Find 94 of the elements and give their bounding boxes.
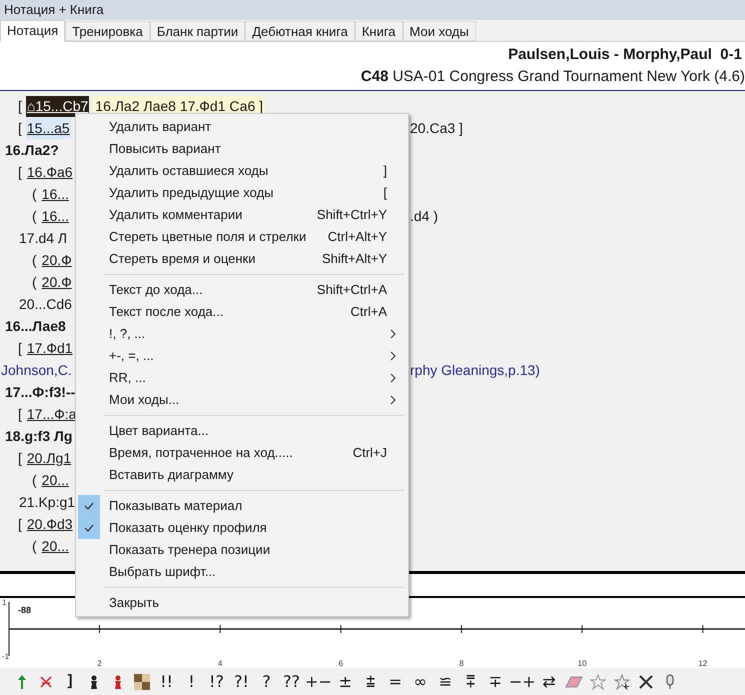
move-text[interactable]: 16... bbox=[40, 206, 70, 226]
move-text[interactable]: .d4 ) bbox=[410, 206, 438, 226]
move-text[interactable]: 21.Kp:g1 bbox=[18, 492, 76, 512]
bracket: [ bbox=[18, 338, 22, 358]
tick-label: 12 bbox=[698, 658, 708, 670]
bracket: ( bbox=[32, 184, 37, 204]
tick-label: 6 bbox=[338, 658, 344, 670]
graph-annotation: -88 bbox=[18, 604, 32, 617]
bracket: [ bbox=[18, 162, 22, 182]
bracket: [ bbox=[18, 514, 22, 534]
move-text[interactable]: 16.Фа6 bbox=[26, 162, 74, 182]
bracket: [ bbox=[18, 118, 22, 138]
menu-item[interactable]: Показывать материал bbox=[78, 495, 406, 517]
menu-item[interactable]: Текст до хода... Shift+Ctrl+A bbox=[78, 279, 406, 301]
bracket: ( bbox=[32, 206, 37, 226]
menu-item[interactable]: Показать тренера позиции bbox=[78, 539, 406, 561]
annotation-symbol-button[interactable]: ± bbox=[332, 670, 358, 694]
annotation-symbol-button[interactable]: ?? bbox=[279, 670, 304, 694]
move-text[interactable]: 16...Лае8 bbox=[4, 316, 67, 336]
tab[interactable]: Нотация bbox=[0, 20, 66, 42]
annotation-symbol-button[interactable]: = bbox=[382, 670, 408, 694]
tab[interactable]: Дебютная книга bbox=[245, 21, 355, 41]
annotation-symbol-button[interactable]: ! bbox=[179, 670, 204, 694]
menu-item[interactable]: Удалить вариант bbox=[78, 116, 406, 138]
move-text[interactable]: 17...Ф:а bbox=[26, 404, 78, 424]
menu-item[interactable]: Закрыть bbox=[78, 592, 406, 614]
move-text[interactable]: 16... bbox=[40, 184, 70, 204]
annotation-symbol-button[interactable]: ⇄ bbox=[536, 670, 562, 694]
game-event: C48 USA-01 Congress Grand Tournament New York (4.6) bbox=[360, 68, 745, 86]
annotation-symbol-button[interactable]: ≌ bbox=[432, 670, 458, 694]
menu-item[interactable]: Стереть цветные поля и стрелки Ctrl+Alt+Y bbox=[78, 226, 406, 248]
tick-label: 1 bbox=[2, 597, 6, 609]
bracket: [ bbox=[18, 404, 22, 424]
menu-item[interactable]: Стереть время и оценки Shift+Alt+Y bbox=[78, 248, 406, 270]
bracket: ( bbox=[32, 250, 37, 270]
menu-item[interactable]: Удалить предыдущие ходы [ bbox=[78, 182, 406, 204]
menu-item[interactable]: !, ?, ... bbox=[78, 323, 406, 345]
annotation-symbol-button[interactable]: +− bbox=[304, 670, 333, 694]
bracket-button[interactable]: ] bbox=[58, 670, 82, 694]
tick-label: 4 bbox=[218, 658, 222, 670]
bracket: [ bbox=[18, 96, 22, 116]
move-text[interactable]: 20.Ф bbox=[40, 272, 73, 292]
comment-text: rphy Gleanings,p.13) bbox=[410, 360, 540, 380]
move-text[interactable]: 20... bbox=[40, 536, 70, 556]
move-text[interactable]: 20.Лg1 bbox=[26, 448, 72, 468]
menu-item[interactable]: Время, потраченное на ход..... Ctrl+J bbox=[78, 442, 406, 464]
move-text[interactable]: 20.Ca3 ] bbox=[410, 118, 463, 138]
bracket: ( bbox=[32, 536, 37, 556]
move-text[interactable]: 16.Ла2? bbox=[4, 140, 60, 160]
y-axis bbox=[8, 602, 10, 656]
menu-item[interactable]: Удалить комментарии Shift+Ctrl+Y bbox=[78, 204, 406, 226]
game-players: Paulsen,Louis - Morphy,Paul 0-1 bbox=[508, 46, 742, 64]
annotation-symbol-button[interactable]: −+ bbox=[508, 670, 537, 694]
tab[interactable]: Мои ходы bbox=[402, 21, 476, 41]
bracket: ( bbox=[32, 470, 37, 490]
move-text[interactable]: 20.Фd3 bbox=[26, 514, 74, 534]
tab[interactable]: Тренировка bbox=[65, 21, 150, 41]
annotation-symbol-button[interactable]: ∓ bbox=[482, 670, 508, 694]
menu-item[interactable]: Выбрать шрифт... bbox=[78, 561, 406, 583]
move-text[interactable]: 20... bbox=[40, 470, 70, 490]
menu-item[interactable]: Показать оценку профиля bbox=[78, 517, 406, 539]
menu-item[interactable]: +-, =, ... bbox=[78, 345, 406, 367]
annotation-symbol-button[interactable]: ? bbox=[254, 670, 279, 694]
menu-item[interactable]: Удалить оставшиеся ходы ] bbox=[78, 160, 406, 182]
annotation-symbol-button[interactable]: !? bbox=[204, 670, 229, 694]
menu-item[interactable]: Текст после хода... Ctrl+A bbox=[78, 301, 406, 323]
menu-item[interactable]: Цвет варианта... bbox=[78, 420, 406, 442]
tab[interactable]: Книга bbox=[354, 21, 403, 41]
annotation-symbol-button[interactable]: ⩲ bbox=[358, 670, 383, 694]
bracket: [ bbox=[18, 448, 22, 468]
move-text[interactable]: 20.Ф bbox=[40, 250, 73, 270]
bracket: ( bbox=[32, 272, 37, 292]
comment-text: Johnson,C. bbox=[0, 360, 73, 380]
annotation-symbol-button[interactable]: ∞ bbox=[408, 670, 433, 694]
move-text[interactable]: 17.d4 Л bbox=[18, 228, 68, 248]
tab[interactable]: Бланк партии bbox=[150, 21, 246, 41]
tick-label: 2 bbox=[97, 658, 102, 670]
move-text[interactable]: 20...Cd6 bbox=[18, 294, 73, 314]
menu-item[interactable]: RR, ... bbox=[78, 367, 406, 389]
annotation-symbol-button[interactable]: ⩱ bbox=[458, 670, 483, 694]
menu-item[interactable]: Повысить вариант bbox=[78, 138, 406, 160]
tick-label: 8 bbox=[459, 658, 464, 670]
window-title: Нотация + Книга bbox=[4, 1, 104, 20]
move-text[interactable]: 17...Ф:f3!-- bbox=[4, 382, 76, 402]
menu-item[interactable]: Вставить диаграмму bbox=[78, 464, 406, 486]
tick-label: 10 bbox=[578, 658, 587, 670]
tick-label: -1 bbox=[2, 651, 10, 663]
annotation-symbol-button[interactable]: !! bbox=[154, 670, 179, 694]
move-text[interactable]: 15...a5 bbox=[26, 118, 71, 138]
move-text[interactable]: 17.Фd1 bbox=[26, 338, 74, 358]
menu-item[interactable]: Мои ходы... bbox=[78, 389, 406, 411]
move-text[interactable]: ⌂15...Cb7 bbox=[26, 96, 90, 116]
annotation-symbol-button[interactable]: ?! bbox=[229, 670, 254, 694]
move-text[interactable]: 18.g:f3 Лg bbox=[4, 426, 74, 446]
